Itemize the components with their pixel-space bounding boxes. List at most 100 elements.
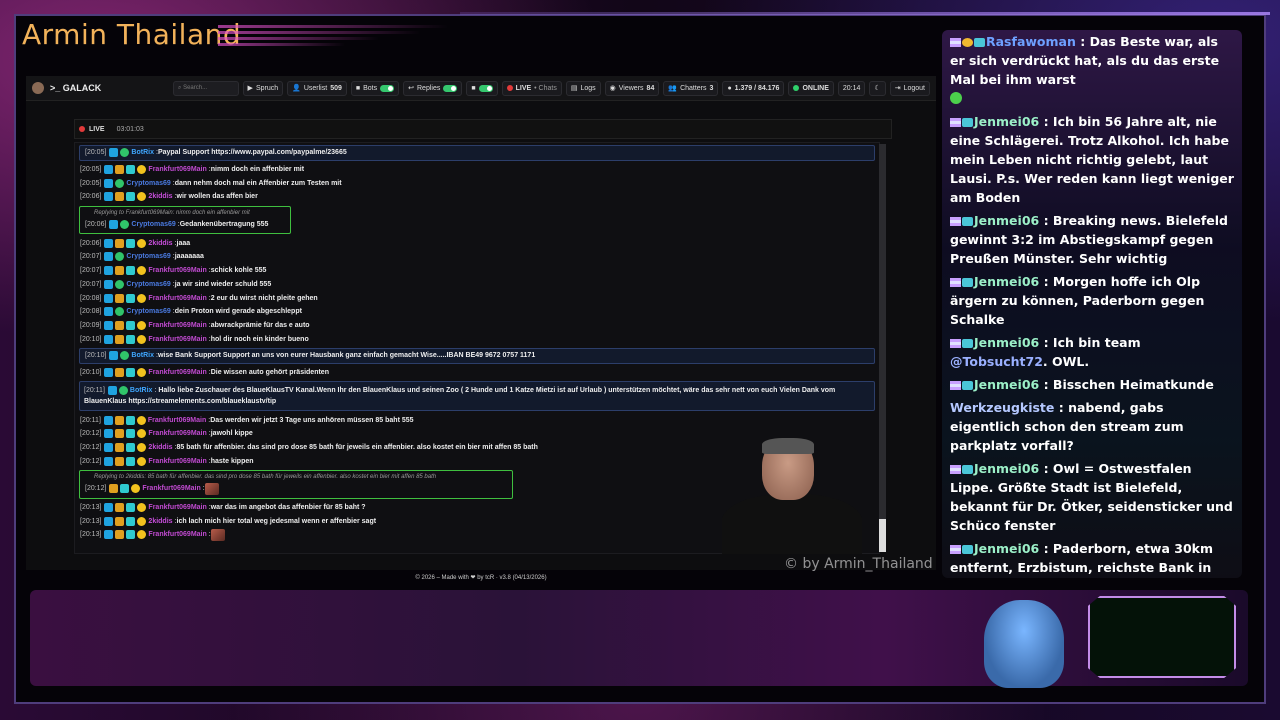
chat-message-row[interactable]: [20:10] BotRix: wise Bank Support Support… [79, 347, 875, 364]
chat-message-row[interactable]: [20:06] 2kiddis: wir wollen das affen bie… [75, 190, 879, 204]
chat-message-text: jaaa [176, 239, 191, 247]
chat-message-text: dein Proton wird gerade abgeschleppt [174, 308, 302, 316]
chat-message-row[interactable]: [20:08] Cryptomas69: dein Proton wird ger… [75, 305, 879, 319]
chat-username[interactable]: Frankfurt069Main [148, 267, 206, 274]
chat-message-row[interactable]: [20:10] Frankfurt069Main: hol dir noch ei… [75, 332, 879, 346]
chat-message-row[interactable]: [20:05] BotRix: Paypal Support https://ww… [79, 145, 875, 161]
chat-username[interactable]: Frankfurt069Main [148, 336, 206, 343]
chat-message-row[interactable]: [20:05] Cryptomas69: dann nehm doch mal e… [75, 176, 879, 190]
coin-badge-icon [137, 165, 147, 175]
chat-username[interactable]: 2kiddis [148, 518, 172, 525]
bots-label: Bots [363, 84, 378, 92]
chat-username[interactable]: Frankfurt069Main [148, 417, 206, 424]
message-timestamp: [20:13] [80, 531, 102, 539]
verified-badge-icon [120, 351, 130, 361]
vip-crown-icon [115, 334, 125, 344]
chat-scrollbar[interactable] [879, 144, 886, 552]
vip-crown-icon [115, 443, 125, 453]
chat-message-row[interactable]: [20:10] Frankfurt069Main: Die wissen auto… [75, 366, 879, 380]
chat-message-row[interactable]: [20:11] BotRix: Hallo liebe Zuschauer des… [79, 381, 875, 412]
stream-chat-message: Jenmei06 : Ich bin 56 Jahre alt, nie ein… [942, 110, 1242, 209]
moderator-badge-icon [104, 293, 114, 303]
secondary-cam-frame [1088, 596, 1236, 678]
chat-username[interactable]: Cryptomas69 [126, 253, 170, 260]
bots-button[interactable]: ■ Bots [350, 80, 400, 96]
chat-username[interactable]: Frankfurt069Main [142, 485, 200, 492]
coin-badge-icon [137, 456, 147, 466]
coin-badge-icon [137, 320, 147, 330]
chat-username[interactable]: Cryptomas69 [126, 180, 170, 187]
prime-badge-icon [962, 339, 973, 348]
chat-username[interactable]: Frankfurt069Main [148, 458, 206, 465]
chat-message-row[interactable]: [20:09] Frankfurt069Main: abwrackprämie f… [75, 319, 879, 333]
replies-button[interactable]: ↩ Replies [403, 80, 463, 96]
bots-toggle[interactable] [380, 84, 395, 92]
chat-message-row[interactable]: [20:11] Frankfurt069Main: Das werden wir … [75, 413, 879, 427]
app-name: >_ GALACK [50, 83, 102, 93]
chat-username[interactable]: Frankfurt069Main [148, 322, 206, 329]
chat-username[interactable]: Frankfurt069Main [148, 531, 206, 538]
scrollbar-thumb[interactable] [879, 519, 886, 552]
emote-image-icon [204, 482, 219, 495]
chat-username[interactable]: Frankfurt069Main [148, 166, 206, 173]
megaphone-icon: ▶ [247, 85, 253, 92]
spruch-button[interactable]: ▶ Spruch [242, 80, 284, 96]
reply-message[interactable]: Replying to Frankfurt069Main: nimm doch … [79, 205, 291, 235]
vip-crown-icon [115, 293, 125, 303]
online-label: ONLINE [802, 84, 829, 92]
separator: : [1039, 377, 1053, 392]
chat-username[interactable]: Cryptomas69 [126, 308, 170, 315]
replies-toggle[interactable] [443, 84, 458, 92]
message-timestamp: [20:12] [80, 457, 102, 465]
chat-username[interactable]: BotRix [130, 387, 153, 394]
chat-username[interactable]: BotRix [131, 352, 154, 359]
prime-badge-icon [962, 545, 973, 554]
chat-message-row[interactable]: [20:07] Frankfurt069Main: schick kohle 55… [75, 264, 879, 278]
chat-username[interactable]: 2kiddis [148, 240, 172, 247]
chat-message-row[interactable]: [20:05] Frankfurt069Main: nimm doch ein a… [75, 163, 879, 177]
chat-message-row[interactable]: [20:06] Cryptomas69: Gedankenübertragung … [80, 218, 290, 232]
logout-button[interactable]: ⇥ Logout [889, 80, 930, 96]
reply-message[interactable]: Replying to 2kiddis: 85 bath für affenbi… [79, 470, 513, 499]
messages-counter: ● 1.379 / 84.176 [722, 80, 785, 96]
extra-toggle-button[interactable]: ■ [466, 80, 498, 96]
vip-crown-icon [115, 266, 125, 276]
chat-message-row[interactable]: [20:06] 2kiddis: jaaa [75, 236, 879, 250]
prime-badge-icon [962, 118, 973, 127]
message-timestamp: [20:12] [80, 430, 102, 438]
chat-message-text: jawohl kippe [210, 430, 253, 438]
theme-toggle-button[interactable]: ☾ [869, 80, 886, 96]
chat-username[interactable]: Cryptomas69 [131, 221, 175, 228]
viewers-button[interactable]: ◉ Viewers 84 [604, 80, 660, 96]
chat-username[interactable]: Frankfurt069Main [148, 504, 206, 511]
chat-username[interactable]: Frankfurt069Main [148, 369, 206, 376]
chat-username[interactable]: BotRix [131, 149, 154, 156]
userlist-button[interactable]: 👤 Userlist 509 [287, 80, 347, 96]
chat-username[interactable]: Cryptomas69 [126, 281, 170, 288]
chat-message-row[interactable]: [20:08] Frankfurt069Main: 2 eur du wirst … [75, 291, 879, 305]
extra-toggle[interactable] [478, 84, 493, 92]
chat-message-row[interactable]: [20:12] Frankfurt069Main: [80, 482, 512, 496]
chat-username[interactable]: Frankfurt069Main [148, 430, 206, 437]
chat-message-row[interactable]: [20:07] Cryptomas69: jaaaaaaa [75, 250, 879, 264]
separator: : [1054, 400, 1069, 415]
coin-badge-icon [137, 530, 147, 540]
chat-username[interactable]: 2kiddis [148, 444, 172, 451]
stream-chat-text: Ich bin team [1052, 335, 1141, 350]
chat-username[interactable]: Frankfurt069Main [148, 295, 206, 302]
logs-button[interactable]: ▤ Logs [565, 80, 601, 96]
moderator-badge-icon [104, 279, 114, 289]
chat-message-row[interactable]: [20:07] Cryptomas69: ja wir sind wieder s… [75, 278, 879, 292]
chat-username[interactable]: 2kiddis [148, 193, 172, 200]
chatters-button[interactable]: 👥 Chatters 3 [663, 80, 719, 96]
app-logo[interactable]: >_ GALACK [32, 82, 168, 94]
stream-chat-username: Jenmei06 [974, 335, 1040, 350]
live-duration: 03:01:03 [116, 125, 144, 133]
message-timestamp: [20:11] [80, 416, 101, 424]
live-chats-button[interactable]: LIVE • Chats [501, 80, 562, 96]
decorative-line [460, 12, 1270, 15]
search-input[interactable]: ⌕ Search... [173, 80, 239, 96]
moderator-badge-icon [109, 148, 119, 158]
reply-icon: ↩ [408, 85, 414, 92]
streamer-webcam [718, 432, 866, 554]
